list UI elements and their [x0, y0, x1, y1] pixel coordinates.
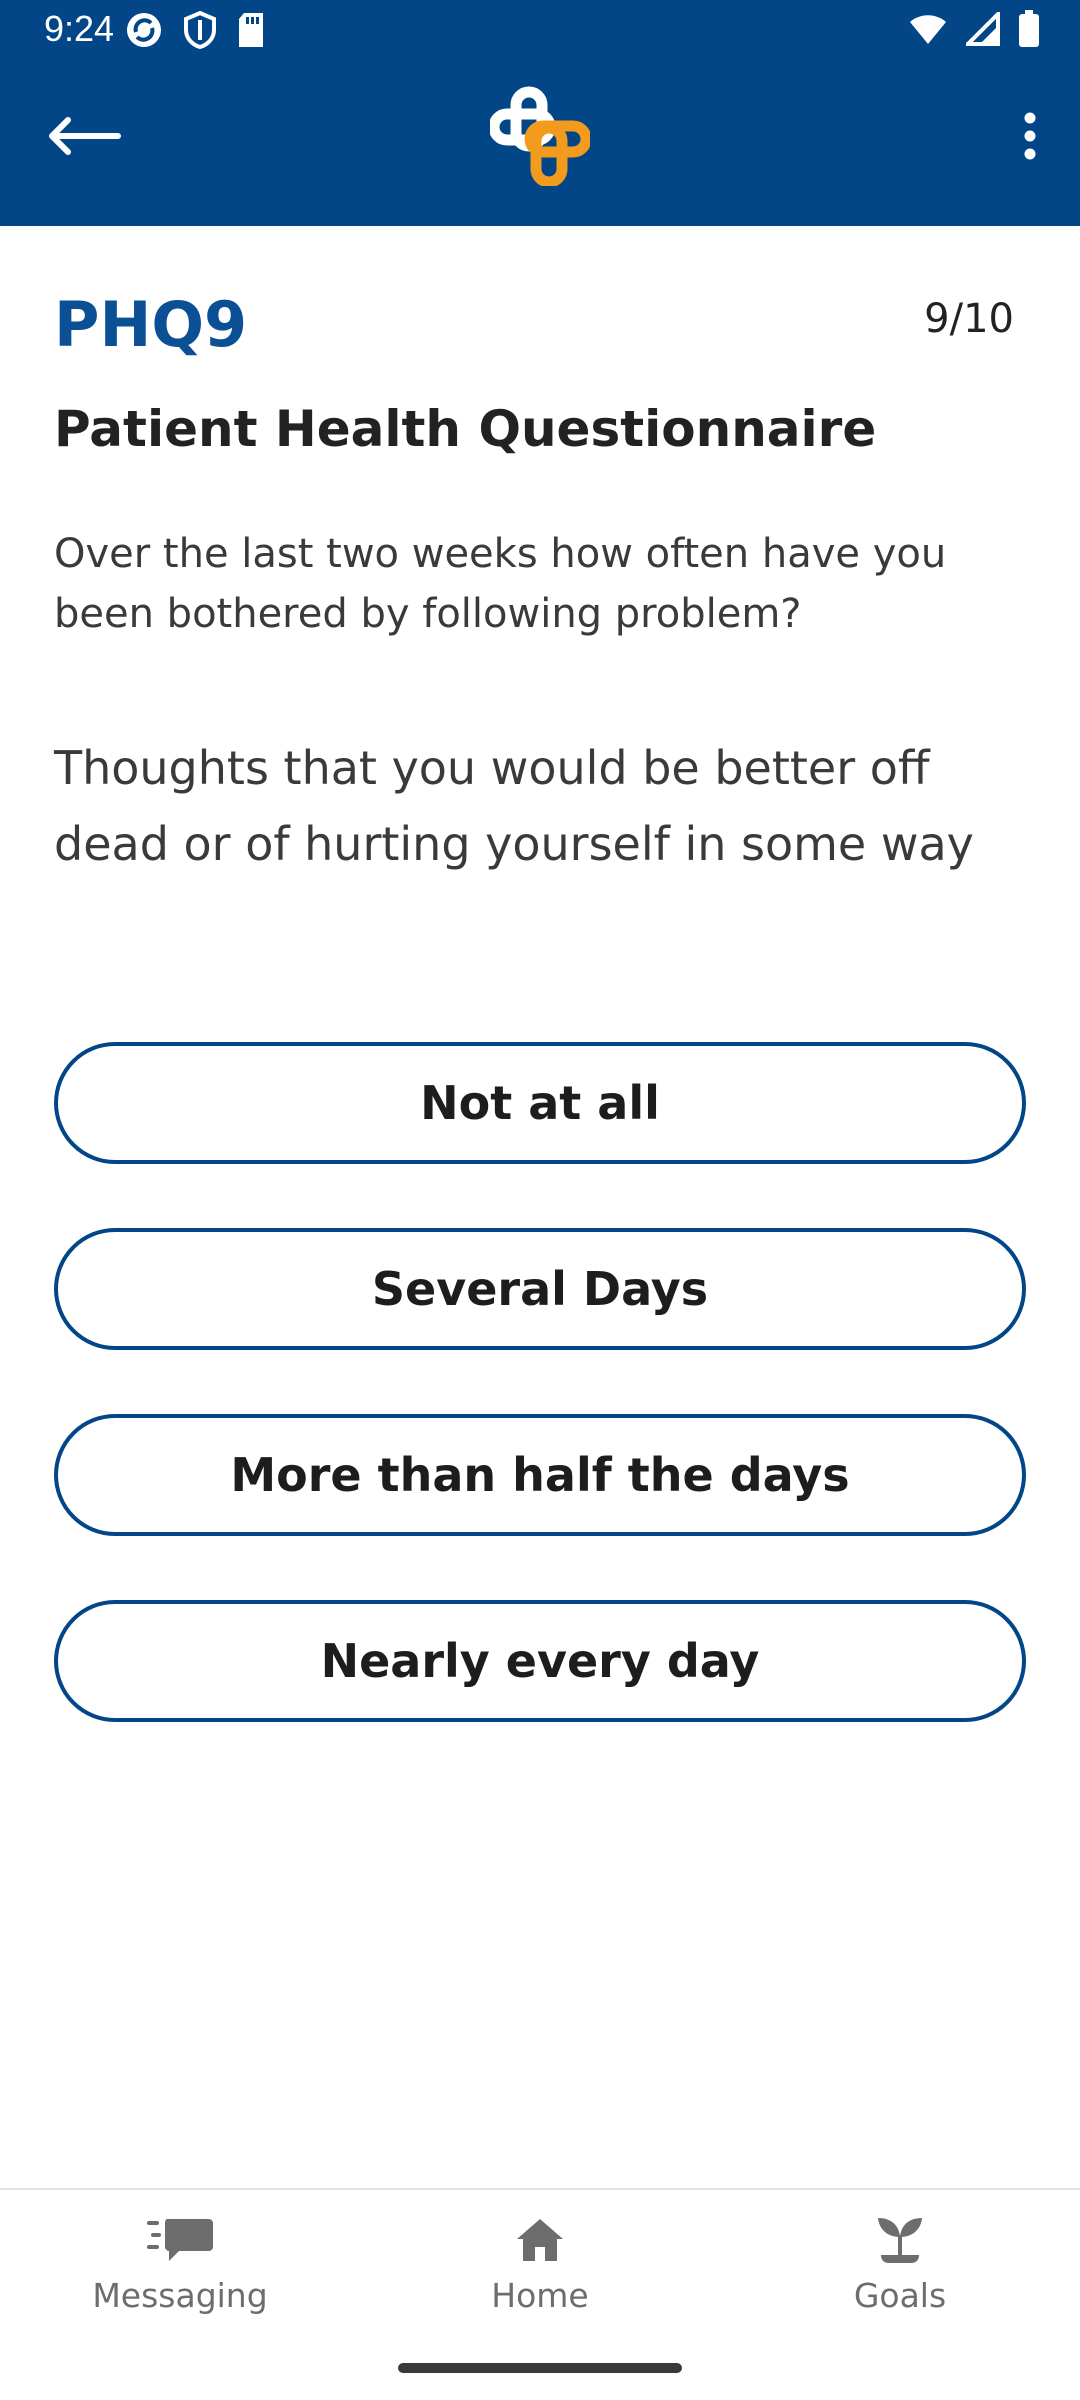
status-time: 9:24 — [44, 8, 115, 49]
home-icon — [505, 2210, 575, 2270]
answer-not-at-all-button[interactable]: Not at all — [54, 1042, 1026, 1164]
question-instruction: Over the last two weeks how often have y… — [54, 531, 947, 637]
nav-item-goals[interactable]: Goals — [750, 2210, 1050, 2330]
answer-several-days-button[interactable]: Several Days — [54, 1228, 1026, 1350]
sd-card-icon — [236, 10, 266, 54]
question-text: Thoughts that you would be better off de… — [54, 741, 974, 871]
question-progress: 9/10 — [924, 296, 1014, 342]
answer-nearly-every-day-button[interactable]: Nearly every day — [54, 1600, 1026, 1722]
wifi-icon — [908, 12, 948, 50]
questionnaire-title: PHQ9 — [54, 288, 248, 361]
nav-label-goals: Goals — [853, 2276, 947, 2315]
nav-label-messaging: Messaging — [92, 2276, 268, 2315]
nav-item-messaging[interactable]: Messaging — [30, 2210, 330, 2330]
app-header: 9:24 — [0, 0, 1080, 226]
chat-icon — [145, 2210, 215, 2270]
signal-icon — [963, 9, 1000, 50]
nav-label-home: Home — [491, 2276, 589, 2315]
sprout-icon — [865, 2210, 935, 2270]
nav-item-home[interactable]: Home — [390, 2210, 690, 2330]
overflow-menu-button[interactable] — [1010, 108, 1050, 164]
more-vert-icon — [1024, 112, 1036, 160]
home-indicator[interactable] — [398, 2363, 682, 2373]
shield-icon — [182, 10, 218, 54]
back-button[interactable] — [44, 106, 124, 166]
answer-more-than-half-button[interactable]: More than half the days — [54, 1414, 1026, 1536]
questionnaire-subtitle: Patient Health Questionnaire — [54, 400, 877, 458]
arrow-left-icon — [49, 117, 121, 155]
sync-icon — [124, 10, 164, 54]
battery-icon — [1018, 10, 1040, 52]
status-bar: 9:24 — [0, 0, 1080, 64]
cross-logo-icon — [488, 86, 592, 188]
app-logo — [488, 86, 592, 188]
